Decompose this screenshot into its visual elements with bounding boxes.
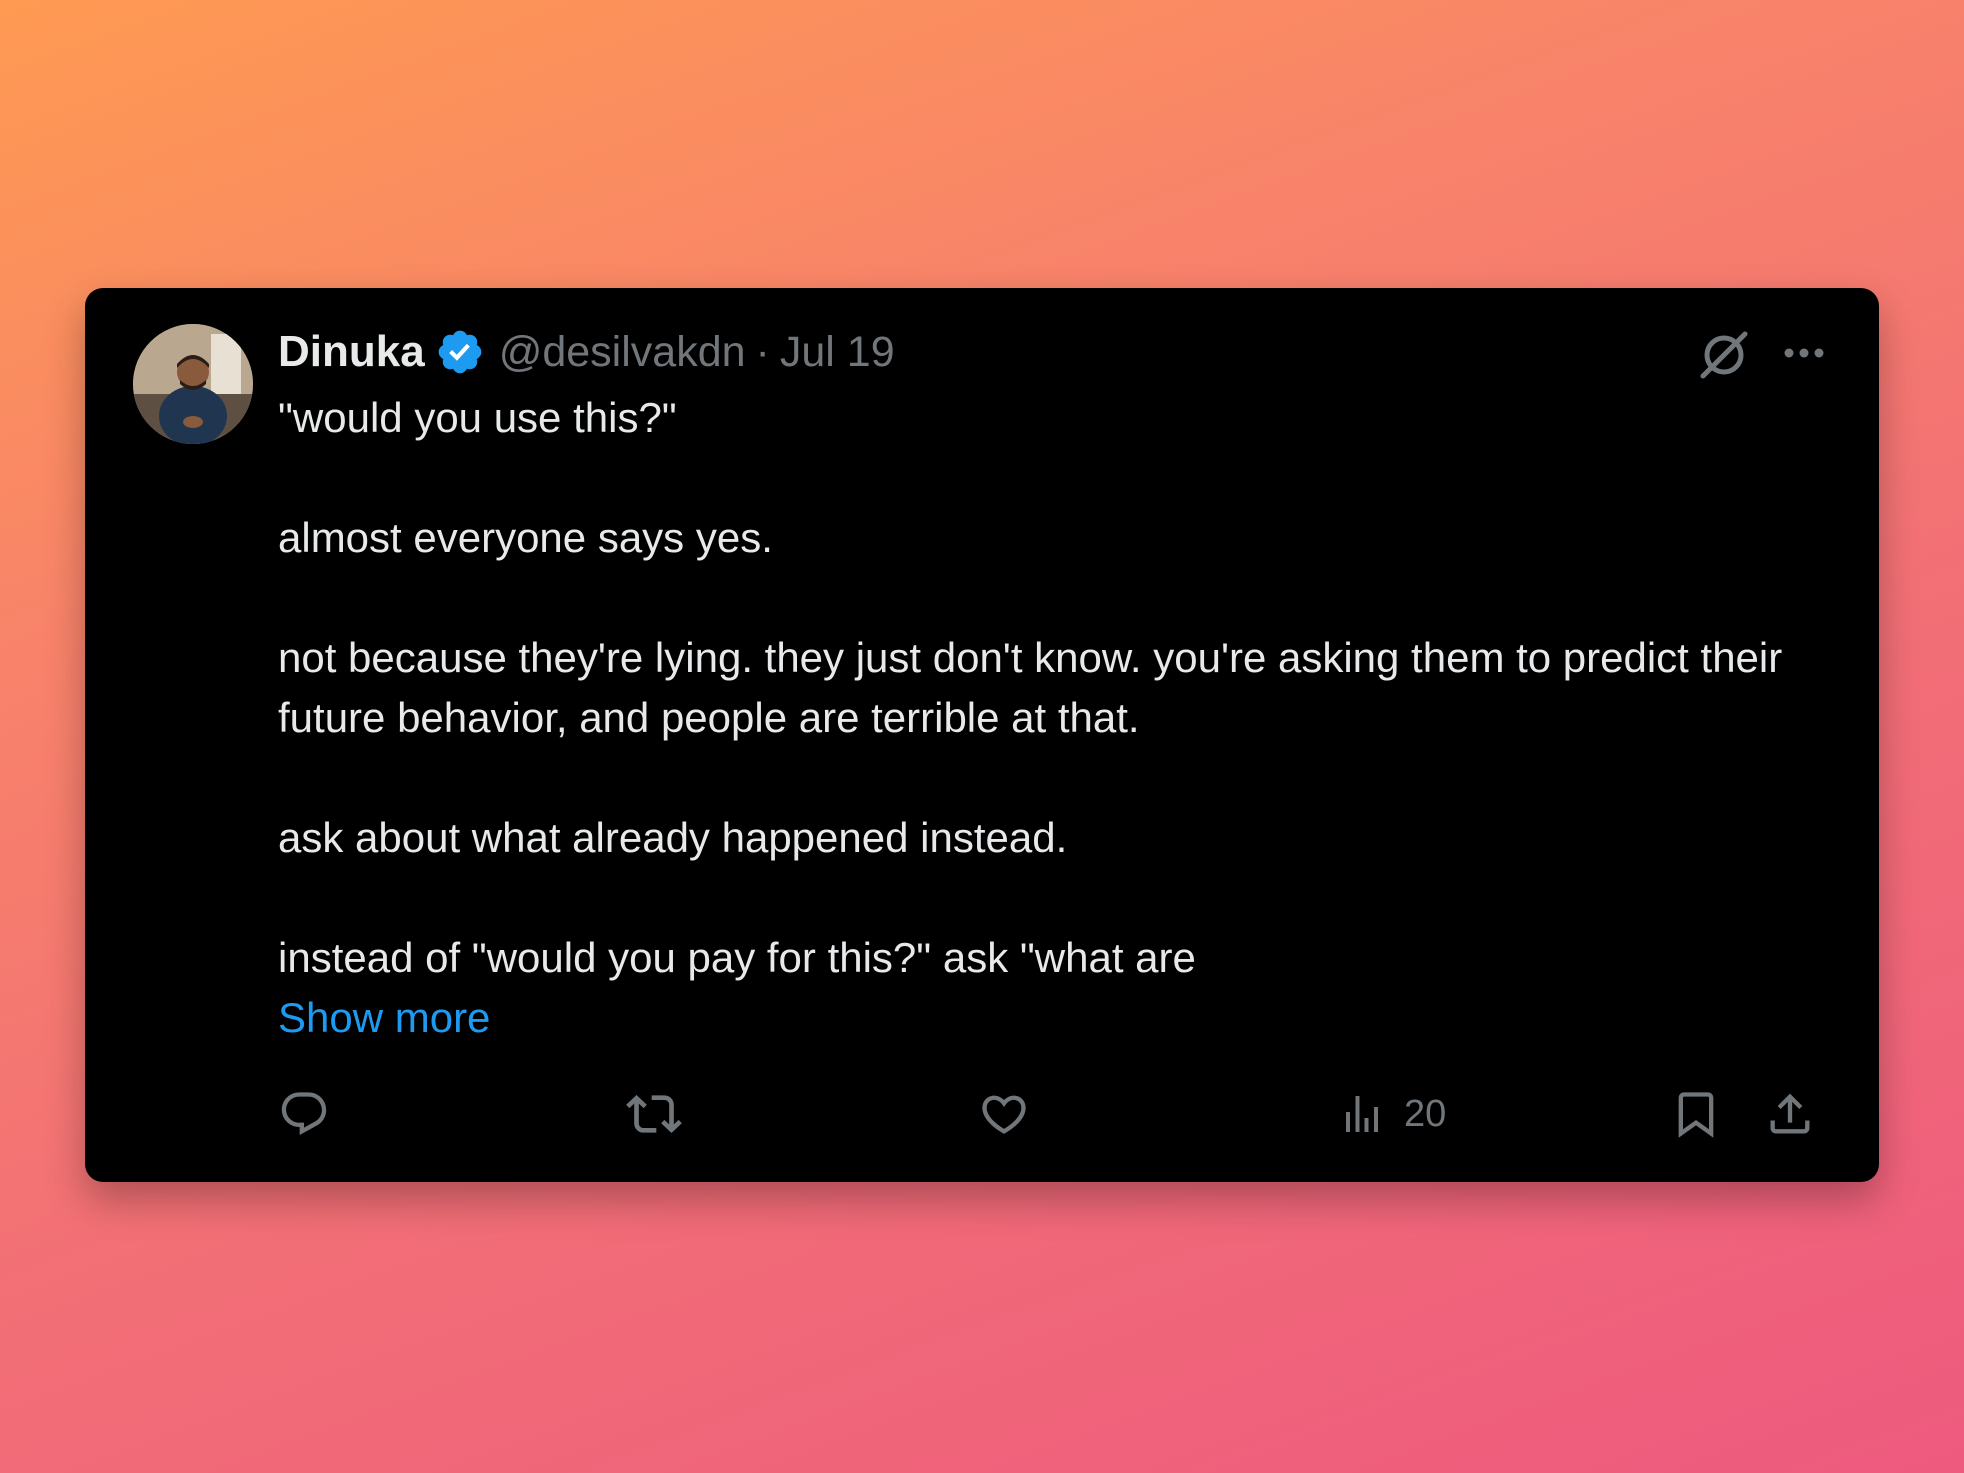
bookmark-button[interactable] [1670, 1084, 1722, 1144]
avatar[interactable] [133, 324, 253, 444]
views-count: 20 [1404, 1092, 1447, 1135]
repost-button[interactable] [626, 1084, 682, 1144]
tweet-header: Dinuka @desilvakdn · Jul 19 [278, 324, 895, 380]
bookmark-icon [1670, 1088, 1722, 1140]
tweet-card[interactable]: Dinuka @desilvakdn · Jul 19 "would you u… [85, 288, 1879, 1182]
tweet-date[interactable]: Jul 19 [780, 328, 895, 377]
tweet-paragraph: almost everyone says yes. [278, 514, 773, 561]
tweet-actions: 20 [278, 1084, 1818, 1144]
author-name[interactable]: Dinuka [278, 327, 425, 377]
tweet-paragraph: instead of "would you pay for this?" ask… [278, 934, 1196, 981]
tweet-text: "would you use this?" almost everyone sa… [278, 388, 1818, 1048]
header-separator: · [755, 327, 770, 376]
more-horizontal-icon[interactable] [1779, 328, 1829, 378]
grok-icon[interactable] [1697, 328, 1751, 382]
tweet-paragraph: not because they're lying. they just don… [278, 634, 1783, 741]
views-button[interactable]: 20 [1338, 1084, 1446, 1144]
reply-button[interactable] [278, 1084, 330, 1144]
share-icon [1764, 1088, 1816, 1140]
like-button[interactable] [978, 1084, 1030, 1144]
author-handle[interactable]: @desilvakdn [499, 328, 746, 377]
verified-badge-icon [435, 327, 485, 377]
views-icon [1338, 1088, 1386, 1140]
tweet-paragraph: ask about what already happened instead. [278, 814, 1068, 861]
tweet-paragraph: "would you use this?" [278, 394, 677, 441]
repost-icon [626, 1086, 682, 1142]
show-more-link[interactable]: Show more [278, 988, 1818, 1048]
share-button[interactable] [1764, 1084, 1816, 1144]
reply-icon [278, 1088, 330, 1140]
like-icon [978, 1088, 1030, 1140]
